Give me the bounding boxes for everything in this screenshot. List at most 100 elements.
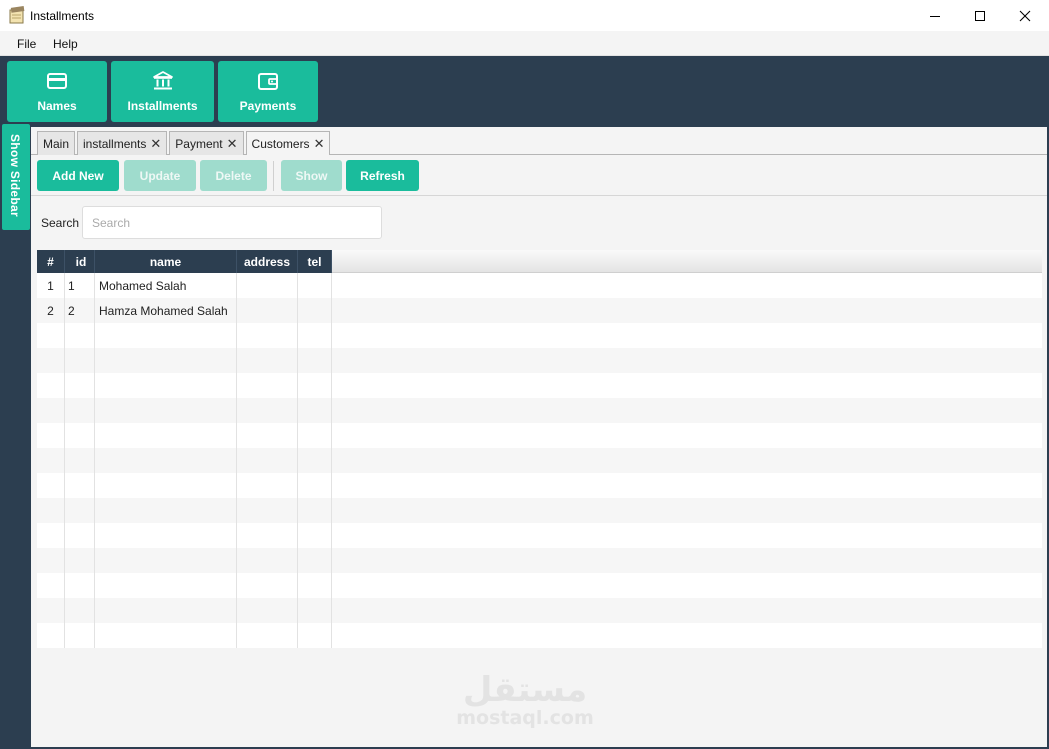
table-cell <box>37 498 65 523</box>
table-cell <box>95 448 237 473</box>
table-cell <box>65 323 95 348</box>
table-cell <box>37 623 65 648</box>
table-cell <box>65 473 95 498</box>
table-cell <box>37 398 65 423</box>
minimize-button[interactable] <box>912 0 958 31</box>
nav-installments-button[interactable]: Installments <box>111 61 214 122</box>
table-cell <box>298 323 332 348</box>
table-row[interactable] <box>37 623 1042 648</box>
maximize-icon <box>975 10 985 21</box>
show-button[interactable]: Show <box>281 160 342 191</box>
table-cell <box>65 398 95 423</box>
table-row[interactable] <box>37 448 1042 473</box>
table-row[interactable]: 2 2 Hamza Mohamed Salah <box>37 298 1042 323</box>
table-cell <box>237 498 298 523</box>
title-bar: Installments <box>0 0 1049 31</box>
table-cell <box>95 348 237 373</box>
table-cell <box>65 598 95 623</box>
tab-customers-label: Customers <box>251 136 310 151</box>
column-header-name[interactable]: name <box>95 250 237 273</box>
table-cell <box>237 398 298 423</box>
table-cell <box>65 348 95 373</box>
table-row[interactable] <box>37 523 1042 548</box>
table-row[interactable] <box>37 498 1042 523</box>
column-header-address[interactable]: address <box>237 250 298 273</box>
table-cell <box>95 598 237 623</box>
column-header-tel[interactable]: tel <box>298 250 332 273</box>
table-body: 1 1 Mohamed Salah 2 2 Hamza Mohamed Salah <box>37 273 1042 648</box>
table-cell <box>37 373 65 398</box>
table-cell <box>95 623 237 648</box>
tab-customers[interactable]: Customers ✕ <box>245 131 331 155</box>
table-cell <box>237 423 298 448</box>
table-row[interactable] <box>37 373 1042 398</box>
search-input[interactable] <box>82 206 382 239</box>
table-cell <box>237 623 298 648</box>
tab-close-icon[interactable]: ✕ <box>150 136 161 152</box>
column-header-number[interactable]: # <box>37 250 65 273</box>
add-new-button[interactable]: Add New <box>37 160 119 191</box>
close-icon <box>1019 10 1031 21</box>
delete-button[interactable]: Delete <box>200 160 267 191</box>
tab-close-icon[interactable]: ✕ <box>227 136 238 152</box>
table-row[interactable] <box>37 348 1042 373</box>
table-cell <box>65 448 95 473</box>
table-cell <box>298 473 332 498</box>
table-cell: 2 <box>65 298 95 323</box>
table-row[interactable] <box>37 598 1042 623</box>
window-title: Installments <box>30 9 95 23</box>
nav-payments-label: Payments <box>239 98 297 113</box>
customers-table: # id name address tel 1 1 Mohamed Salah 2 2 H… <box>37 250 1042 648</box>
table-row[interactable] <box>37 473 1042 498</box>
table-cell <box>65 523 95 548</box>
tab-installments-label: installments <box>83 136 147 151</box>
table-cell <box>65 623 95 648</box>
table-cell <box>298 498 332 523</box>
refresh-button[interactable]: Refresh <box>346 160 419 191</box>
table-cell <box>298 423 332 448</box>
table-cell <box>95 373 237 398</box>
watermark-latin: mostaql.com <box>456 707 594 729</box>
table-cell <box>237 548 298 573</box>
table-row[interactable] <box>37 573 1042 598</box>
tab-payment-label: Payment <box>175 136 223 151</box>
bank-icon <box>152 70 173 89</box>
table-row[interactable] <box>37 398 1042 423</box>
tab-payment[interactable]: Payment ✕ <box>169 131 244 155</box>
table-cell <box>37 323 65 348</box>
table-cell <box>298 373 332 398</box>
close-button[interactable] <box>1002 0 1048 31</box>
table-cell <box>298 298 332 323</box>
search-label: Search <box>41 216 80 230</box>
table-cell <box>298 623 332 648</box>
table-cell <box>37 423 65 448</box>
table-row[interactable] <box>37 548 1042 573</box>
column-header-id[interactable]: id <box>65 250 95 273</box>
menu-bar: File Help <box>0 31 1049 56</box>
table-row[interactable] <box>37 423 1042 448</box>
tab-close-icon[interactable]: ✕ <box>314 136 325 152</box>
maximize-button[interactable] <box>957 0 1003 31</box>
toolbar-separator <box>273 161 274 191</box>
tab-bar: Main installments ✕ Payment ✕ Customers … <box>37 131 331 155</box>
nav-names-button[interactable]: Names <box>7 61 107 122</box>
watermark: مستقل mostaql.com <box>440 672 610 728</box>
table-cell <box>298 573 332 598</box>
menu-file[interactable]: File <box>17 37 36 51</box>
tab-main[interactable]: Main <box>37 131 76 155</box>
show-sidebar-button[interactable]: Show Sidebar <box>2 124 30 230</box>
table-cell <box>37 523 65 548</box>
table-cell <box>237 598 298 623</box>
table-row[interactable]: 1 1 Mohamed Salah <box>37 273 1042 298</box>
table-row[interactable] <box>37 323 1042 348</box>
table-cell <box>95 423 237 448</box>
menu-help[interactable]: Help <box>53 37 78 51</box>
tab-installments[interactable]: installments ✕ <box>77 131 168 155</box>
table-cell <box>237 298 298 323</box>
table-cell <box>237 273 298 298</box>
table-cell <box>237 373 298 398</box>
table-cell <box>65 573 95 598</box>
update-button[interactable]: Update <box>124 160 196 191</box>
nav-payments-button[interactable]: Payments <box>218 61 318 122</box>
table-cell <box>237 573 298 598</box>
